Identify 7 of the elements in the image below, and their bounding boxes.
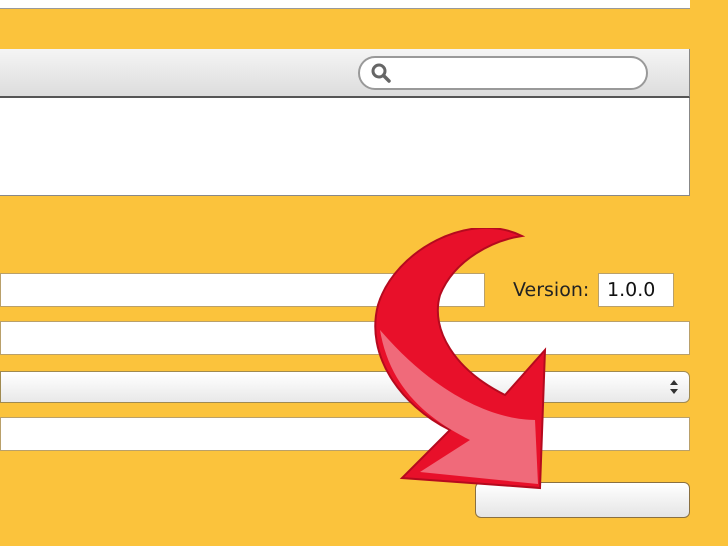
stepper-icon (669, 379, 679, 395)
input-field[interactable] (0, 321, 690, 355)
search-icon (370, 62, 392, 84)
button[interactable] (475, 482, 690, 518)
version-field[interactable]: 1.0.0 (598, 273, 674, 307)
search-field[interactable] (358, 56, 648, 90)
version-label: Version: (513, 279, 585, 301)
